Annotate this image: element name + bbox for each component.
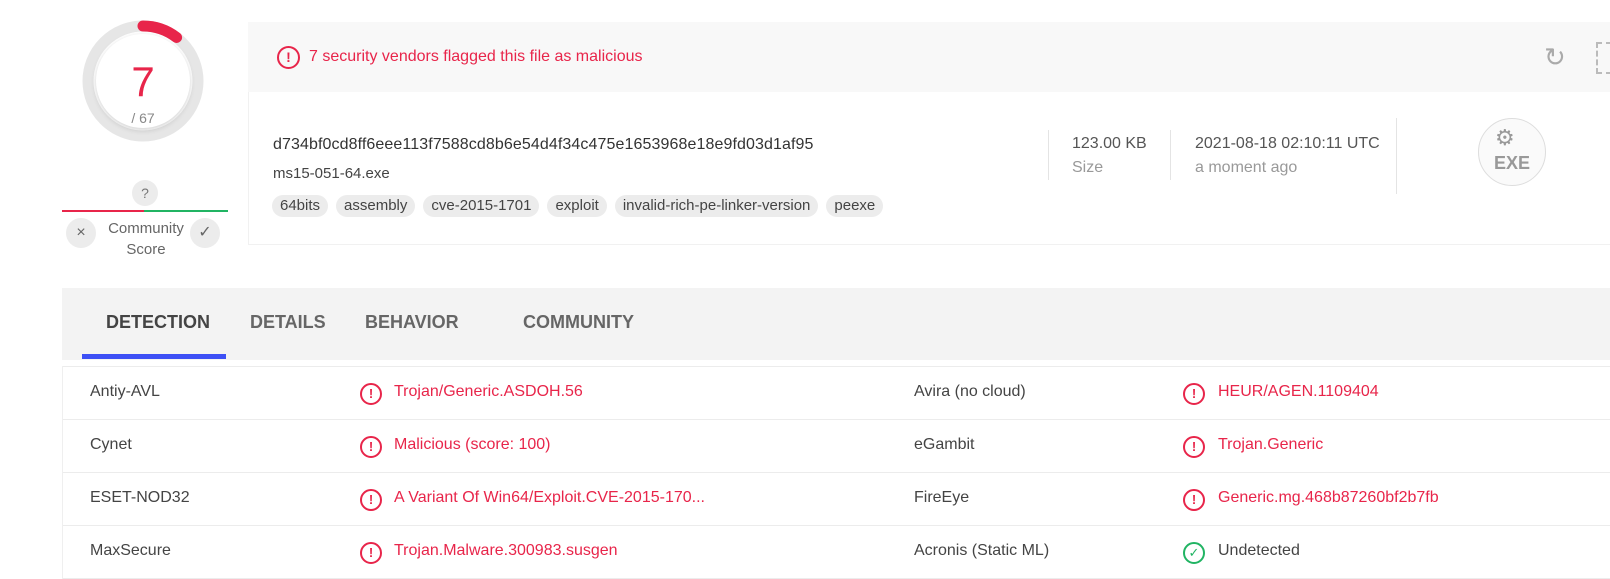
malicious-icon: ! <box>1183 383 1205 405</box>
file-size-value: 123.00 KB <box>1072 135 1147 152</box>
engine-total: / 67 <box>131 110 155 126</box>
similar-files-icon[interactable] <box>1596 42 1610 74</box>
engine-name: Avira (no cloud) <box>914 383 1026 400</box>
file-tag[interactable]: invalid-rich-pe-linker-version <box>614 195 819 217</box>
file-hash: d734bf0cd8ff6eee113f7588cd8b6e54d4f34c47… <box>273 136 814 153</box>
detection-result: Trojan.Generic <box>1218 436 1324 453</box>
file-tag[interactable]: exploit <box>547 195 607 217</box>
file-tag[interactable]: cve-2015-1701 <box>423 195 540 217</box>
malicious-icon: ! <box>360 436 382 458</box>
malicious-icon: ! <box>360 542 382 564</box>
detection-result: Trojan/Generic.ASDOH.56 <box>394 383 583 400</box>
community-score-bar-negative <box>62 210 144 212</box>
detection-result: Generic.mg.468b87260bf2b7fb <box>1218 489 1439 506</box>
check-icon: ✓ <box>198 224 212 241</box>
vote-harmful-button[interactable]: × <box>66 218 96 248</box>
community-score-bar-positive <box>144 210 228 212</box>
divider <box>1048 130 1049 180</box>
file-tag[interactable]: 64bits <box>272 195 329 217</box>
file-name: ms15-051-64.exe <box>273 165 390 182</box>
divider <box>1396 118 1397 194</box>
table-row: MaxSecure ! Trojan.Malware.300983.susgen… <box>63 526 1610 579</box>
detections-table: Antiy-AVL ! Trojan/Generic.ASDOH.56 Avir… <box>62 366 1610 579</box>
table-row: Antiy-AVL ! Trojan/Generic.ASDOH.56 Avir… <box>63 366 1610 420</box>
undetected-icon: ✓ <box>1183 542 1205 564</box>
tab-detection[interactable]: DETECTION <box>106 312 210 333</box>
active-tab-indicator <box>82 354 226 359</box>
gear-icon: ⚙ <box>1495 125 1515 150</box>
alert-message: 7 security vendors flagged this file as … <box>309 48 643 65</box>
file-type-exe-icon: ⚙ EXE <box>1478 118 1546 186</box>
file-tag[interactable]: peexe <box>826 195 884 217</box>
detection-result: Trojan.Malware.300983.susgen <box>394 542 618 559</box>
tab-behavior[interactable]: BEHAVIOR <box>365 312 459 333</box>
detection-result: Malicious (score: 100) <box>394 436 551 453</box>
tab-community[interactable]: COMMUNITY <box>523 312 634 333</box>
reanalyze-icon[interactable]: ↻ <box>1544 44 1566 70</box>
detection-result: Undetected <box>1218 542 1300 559</box>
alert-icon: ! <box>277 46 300 69</box>
malicious-icon: ! <box>360 383 382 405</box>
detection-score-gauge: 7 / 67 <box>82 20 204 142</box>
engine-name: ESET-NOD32 <box>90 489 190 506</box>
file-tag[interactable]: assembly <box>336 195 416 217</box>
table-row: Cynet ! Malicious (score: 100) eGambit !… <box>63 420 1610 473</box>
engine-name: FireEye <box>914 489 970 506</box>
engine-name: Cynet <box>90 436 132 453</box>
engine-name: Acronis (Static ML) <box>914 542 1050 559</box>
divider <box>1170 130 1171 180</box>
last-analysis-relative: a moment ago <box>1195 159 1298 176</box>
engine-name: MaxSecure <box>90 542 171 559</box>
detection-result: HEUR/AGEN.1109404 <box>1218 383 1379 400</box>
engine-name: eGambit <box>914 436 975 453</box>
malicious-icon: ! <box>1183 436 1205 458</box>
close-icon: × <box>76 224 86 241</box>
community-score-label: Community Score <box>108 220 184 258</box>
malicious-icon: ! <box>1183 489 1205 511</box>
engine-name: Antiy-AVL <box>90 383 160 400</box>
file-type-label: EXE <box>1493 153 1531 173</box>
vote-harmless-button[interactable]: ✓ <box>190 218 220 248</box>
tab-details[interactable]: DETAILS <box>250 312 326 333</box>
detection-result: A Variant Of Win64/Exploit.CVE-2015-170.… <box>394 489 705 506</box>
community-score-value: ? <box>132 180 158 206</box>
file-tags: 64bits assembly cve-2015-1701 exploit in… <box>272 195 884 217</box>
file-info-panel <box>248 92 1610 245</box>
last-analysis-date: 2021-08-18 02:10:11 UTC <box>1195 135 1380 152</box>
detection-count: 7 <box>131 58 155 105</box>
file-size-label: Size <box>1072 159 1104 176</box>
gauge-center: 7 / 67 <box>96 34 190 128</box>
table-row: ESET-NOD32 ! A Variant Of Win64/Exploit.… <box>63 473 1610 526</box>
malicious-icon: ! <box>360 489 382 511</box>
